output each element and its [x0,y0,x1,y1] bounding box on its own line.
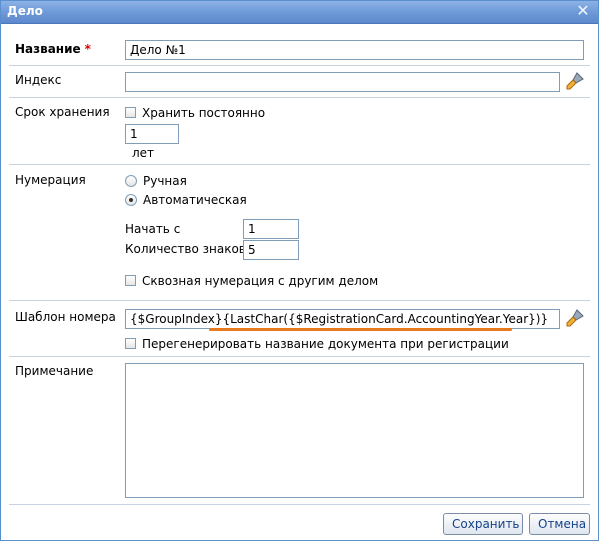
retention-years-input[interactable] [125,124,179,144]
keep-forever-label: Хранить постоянно [142,106,266,120]
numbering-auto-radio[interactable] [125,194,137,206]
row-separator [9,356,590,357]
close-icon[interactable]: ✕ [575,3,591,19]
brush-icon[interactable] [565,308,585,328]
numbering-label: Нумерация [15,173,86,187]
window-title: Дело [7,4,43,18]
save-button[interactable]: Сохранить [443,513,523,535]
titlebar[interactable]: Дело ✕ [1,1,598,24]
index-label: Индекс [15,73,62,87]
brush-icon[interactable] [565,71,585,91]
digits-input[interactable] [243,240,299,260]
row-separator [9,300,590,301]
row-separator [9,164,590,165]
name-label-text: Название [15,42,81,56]
template-group-index: {$GroupIndex} [130,312,223,326]
template-lastchar-expression: {LastChar({$RegistrationCard.AccountingY… [222,312,549,326]
note-textarea[interactable] [125,363,584,498]
regenerate-label: Перегенерировать название документа при … [142,337,509,351]
retention-unit: лет [132,146,155,160]
numbering-manual-label: Ручная [143,174,187,188]
name-label: Название * [15,42,91,56]
cross-numbering-label: Сквозная нумерация с другим делом [142,274,379,288]
start-label: Начать с [125,222,181,236]
numbering-auto-label: Автоматическая [143,193,247,207]
start-input[interactable] [243,219,299,239]
note-label: Примечание [15,364,94,378]
footer-separator [9,504,590,505]
radio-selected-dot [129,198,133,202]
numbering-manual-radio[interactable] [125,175,137,187]
index-input[interactable] [125,72,560,92]
template-input[interactable]: {$GroupIndex}{LastChar({$RegistrationCar… [125,309,560,329]
required-star: * [84,42,91,56]
retention-label: Срок хранения [15,105,110,119]
cross-numbering-checkbox[interactable] [125,275,136,286]
row-separator [9,97,590,98]
highlight-underline [209,328,512,331]
cancel-button[interactable]: Отмена [529,513,590,535]
dialog-window: Дело ✕ Название* Индекс Срок хранения Хр… [0,0,599,541]
digits-label: Количество знаков [125,242,246,256]
keep-forever-checkbox[interactable] [125,107,136,118]
template-label: Шаблон номера [15,310,116,324]
name-input[interactable] [125,40,584,60]
row-separator [9,65,590,66]
regenerate-checkbox[interactable] [125,338,136,349]
